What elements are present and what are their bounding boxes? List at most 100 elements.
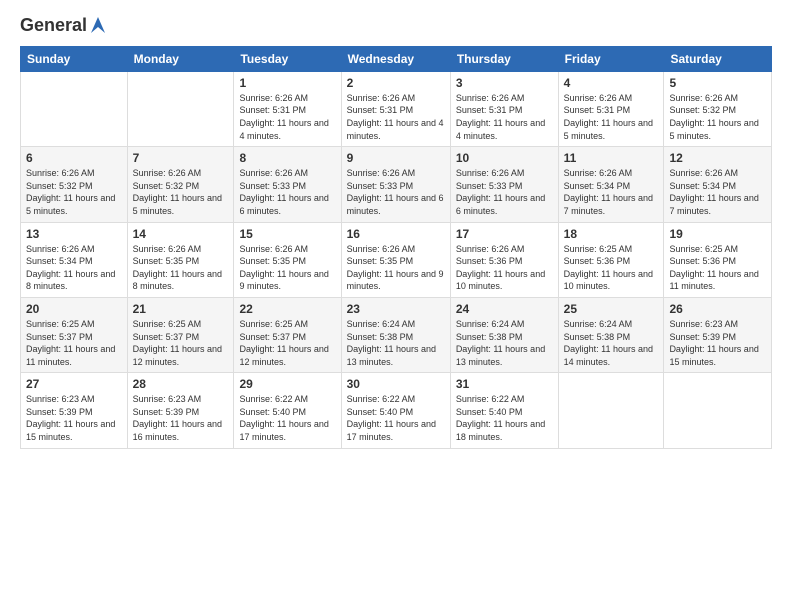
week-row-1: 6 Sunrise: 6:26 AM Sunset: 5:32 PM Daylig… [21, 147, 772, 222]
calendar-cell: 27 Sunrise: 6:23 AM Sunset: 5:39 PM Dayli… [21, 373, 128, 448]
col-thursday: Thursday [450, 46, 558, 71]
cell-info: Sunrise: 6:26 AM Sunset: 5:34 PM Dayligh… [564, 167, 659, 217]
day-number: 14 [133, 227, 229, 241]
header-row: Sunday Monday Tuesday Wednesday Thursday… [21, 46, 772, 71]
calendar-cell: 18Sunrise: 6:25 AM Sunset: 5:36 PM Dayli… [558, 222, 664, 297]
calendar-cell: 9 Sunrise: 6:26 AM Sunset: 5:33 PM Daylig… [341, 147, 450, 222]
day-number: 20 [26, 302, 122, 316]
calendar-cell: 30 Sunrise: 6:22 AM Sunset: 5:40 PM Dayli… [341, 373, 450, 448]
calendar-cell: 26 Sunrise: 6:23 AM Sunset: 5:39 PM Dayli… [664, 297, 772, 372]
day-number: 30 [347, 377, 445, 391]
day-number: 26 [669, 302, 766, 316]
cell-info: Sunrise: 6:23 AM Sunset: 5:39 PM Dayligh… [669, 318, 766, 368]
week-row-3: 20 Sunrise: 6:25 AM Sunset: 5:37 PM Dayli… [21, 297, 772, 372]
col-friday: Friday [558, 46, 664, 71]
day-number: 3 [456, 76, 553, 90]
calendar-cell: 6 Sunrise: 6:26 AM Sunset: 5:32 PM Daylig… [21, 147, 128, 222]
calendar-cell: 29 Sunrise: 6:22 AM Sunset: 5:40 PM Dayli… [234, 373, 341, 448]
day-number: 27 [26, 377, 122, 391]
calendar-cell: 5Sunrise: 6:26 AM Sunset: 5:32 PM Daylig… [664, 71, 772, 146]
cell-info: Sunrise: 6:22 AM Sunset: 5:40 PM Dayligh… [239, 393, 335, 443]
calendar-cell [21, 71, 128, 146]
day-number: 2 [347, 76, 445, 90]
cell-info: Sunrise: 6:25 AM Sunset: 5:37 PM Dayligh… [133, 318, 229, 368]
day-number: 25 [564, 302, 659, 316]
cell-info: Sunrise: 6:23 AM Sunset: 5:39 PM Dayligh… [133, 393, 229, 443]
cell-info: Sunrise: 6:26 AM Sunset: 5:34 PM Dayligh… [26, 243, 122, 293]
day-number: 18 [564, 227, 659, 241]
cell-info: Sunrise: 6:26 AM Sunset: 5:32 PM Dayligh… [669, 92, 766, 142]
col-tuesday: Tuesday [234, 46, 341, 71]
cell-info: Sunrise: 6:26 AM Sunset: 5:36 PM Dayligh… [456, 243, 553, 293]
day-number: 13 [26, 227, 122, 241]
col-saturday: Saturday [664, 46, 772, 71]
day-number: 8 [239, 151, 335, 165]
day-number: 15 [239, 227, 335, 241]
cell-info: Sunrise: 6:26 AM Sunset: 5:33 PM Dayligh… [239, 167, 335, 217]
cell-info: Sunrise: 6:23 AM Sunset: 5:39 PM Dayligh… [26, 393, 122, 443]
calendar-cell: 10 Sunrise: 6:26 AM Sunset: 5:33 PM Dayli… [450, 147, 558, 222]
calendar-cell: 19 Sunrise: 6:25 AM Sunset: 5:36 PM Dayli… [664, 222, 772, 297]
day-number: 16 [347, 227, 445, 241]
cell-info: Sunrise: 6:24 AM Sunset: 5:38 PM Dayligh… [564, 318, 659, 368]
calendar-cell: 24 Sunrise: 6:24 AM Sunset: 5:38 PM Dayli… [450, 297, 558, 372]
col-sunday: Sunday [21, 46, 128, 71]
day-number: 10 [456, 151, 553, 165]
calendar-cell: 25 Sunrise: 6:24 AM Sunset: 5:38 PM Dayli… [558, 297, 664, 372]
day-number: 31 [456, 377, 553, 391]
day-number: 22 [239, 302, 335, 316]
cell-info: Sunrise: 6:26 AM Sunset: 5:31 PM Dayligh… [239, 92, 335, 142]
calendar-cell: 13 Sunrise: 6:26 AM Sunset: 5:34 PM Dayli… [21, 222, 128, 297]
cell-info: Sunrise: 6:26 AM Sunset: 5:34 PM Dayligh… [669, 167, 766, 217]
cell-info: Sunrise: 6:26 AM Sunset: 5:31 PM Dayligh… [347, 92, 445, 142]
cell-info: Sunrise: 6:26 AM Sunset: 5:31 PM Dayligh… [456, 92, 553, 142]
cell-info: Sunrise: 6:26 AM Sunset: 5:35 PM Dayligh… [239, 243, 335, 293]
cell-info: Sunrise: 6:22 AM Sunset: 5:40 PM Dayligh… [456, 393, 553, 443]
cell-info: Sunrise: 6:24 AM Sunset: 5:38 PM Dayligh… [347, 318, 445, 368]
cell-info: Sunrise: 6:26 AM Sunset: 5:35 PM Dayligh… [133, 243, 229, 293]
cell-info: Sunrise: 6:22 AM Sunset: 5:40 PM Dayligh… [347, 393, 445, 443]
calendar-cell: 1Sunrise: 6:26 AM Sunset: 5:31 PM Daylig… [234, 71, 341, 146]
calendar-cell [664, 373, 772, 448]
calendar-cell [127, 71, 234, 146]
calendar-cell [558, 373, 664, 448]
logo-general: General [20, 16, 107, 36]
day-number: 17 [456, 227, 553, 241]
day-number: 11 [564, 151, 659, 165]
page: General Sunday Monday Tuesday Wednesday … [0, 0, 792, 612]
header: General [20, 16, 772, 36]
calendar-cell: 17 Sunrise: 6:26 AM Sunset: 5:36 PM Dayli… [450, 222, 558, 297]
cell-info: Sunrise: 6:25 AM Sunset: 5:37 PM Dayligh… [26, 318, 122, 368]
cell-info: Sunrise: 6:25 AM Sunset: 5:36 PM Dayligh… [669, 243, 766, 293]
cell-info: Sunrise: 6:24 AM Sunset: 5:38 PM Dayligh… [456, 318, 553, 368]
calendar-cell: 8 Sunrise: 6:26 AM Sunset: 5:33 PM Daylig… [234, 147, 341, 222]
day-number: 24 [456, 302, 553, 316]
day-number: 9 [347, 151, 445, 165]
col-wednesday: Wednesday [341, 46, 450, 71]
cell-info: Sunrise: 6:26 AM Sunset: 5:33 PM Dayligh… [456, 167, 553, 217]
week-row-2: 13 Sunrise: 6:26 AM Sunset: 5:34 PM Dayli… [21, 222, 772, 297]
calendar-cell: 15 Sunrise: 6:26 AM Sunset: 5:35 PM Dayli… [234, 222, 341, 297]
cell-info: Sunrise: 6:26 AM Sunset: 5:33 PM Dayligh… [347, 167, 445, 217]
day-number: 7 [133, 151, 229, 165]
cell-info: Sunrise: 6:26 AM Sunset: 5:32 PM Dayligh… [133, 167, 229, 217]
day-number: 23 [347, 302, 445, 316]
calendar-cell: 22Sunrise: 6:25 AM Sunset: 5:37 PM Dayli… [234, 297, 341, 372]
cell-info: Sunrise: 6:26 AM Sunset: 5:35 PM Dayligh… [347, 243, 445, 293]
calendar-cell: 11 Sunrise: 6:26 AM Sunset: 5:34 PM Dayli… [558, 147, 664, 222]
day-number: 29 [239, 377, 335, 391]
day-number: 6 [26, 151, 122, 165]
calendar-cell: 2 Sunrise: 6:26 AM Sunset: 5:31 PM Daylig… [341, 71, 450, 146]
calendar-table: Sunday Monday Tuesday Wednesday Thursday… [20, 46, 772, 449]
day-number: 19 [669, 227, 766, 241]
calendar-cell: 28Sunrise: 6:23 AM Sunset: 5:39 PM Dayli… [127, 373, 234, 448]
calendar-cell: 21 Sunrise: 6:25 AM Sunset: 5:37 PM Dayli… [127, 297, 234, 372]
calendar-cell: 12Sunrise: 6:26 AM Sunset: 5:34 PM Dayli… [664, 147, 772, 222]
cell-info: Sunrise: 6:26 AM Sunset: 5:32 PM Dayligh… [26, 167, 122, 217]
calendar-cell: 7 Sunrise: 6:26 AM Sunset: 5:32 PM Daylig… [127, 147, 234, 222]
calendar-cell: 14 Sunrise: 6:26 AM Sunset: 5:35 PM Dayli… [127, 222, 234, 297]
day-number: 21 [133, 302, 229, 316]
calendar-cell: 31 Sunrise: 6:22 AM Sunset: 5:40 PM Dayli… [450, 373, 558, 448]
logo-text: General [20, 16, 107, 36]
week-row-0: 1Sunrise: 6:26 AM Sunset: 5:31 PM Daylig… [21, 71, 772, 146]
